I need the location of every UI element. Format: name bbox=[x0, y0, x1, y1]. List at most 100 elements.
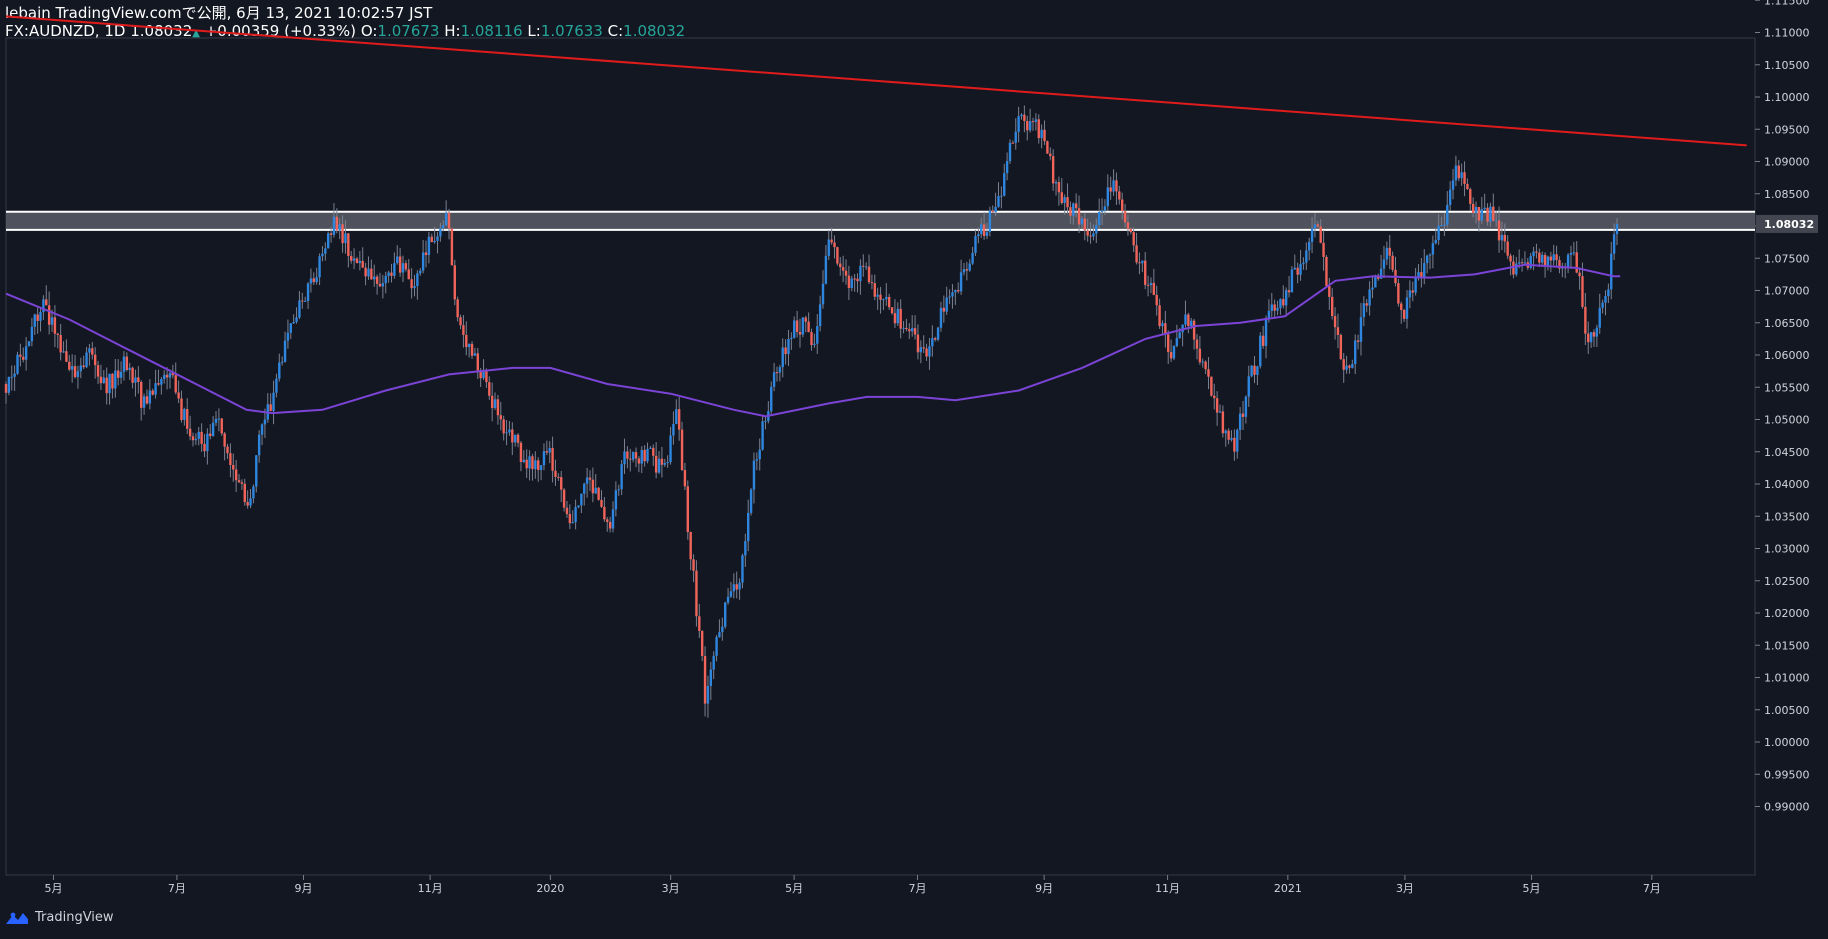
candle-body bbox=[272, 392, 275, 411]
candle-body bbox=[1256, 366, 1259, 375]
candle-body bbox=[375, 276, 379, 284]
candle-body bbox=[1092, 233, 1095, 237]
candle-body bbox=[1003, 173, 1006, 196]
candle-body bbox=[1506, 241, 1509, 256]
candle-body bbox=[82, 365, 85, 368]
candle-body bbox=[1612, 234, 1616, 254]
candle-body bbox=[893, 313, 897, 324]
candle-body bbox=[597, 487, 600, 500]
candle-body bbox=[1060, 192, 1063, 203]
candle-body bbox=[738, 582, 741, 590]
candle-body bbox=[364, 267, 367, 277]
candle-body bbox=[1345, 365, 1348, 370]
candle-body bbox=[908, 329, 911, 332]
candle-body bbox=[1014, 131, 1017, 143]
candle-body bbox=[568, 514, 572, 524]
candle-body bbox=[1434, 240, 1437, 244]
candle-body bbox=[1031, 121, 1035, 123]
candle-body bbox=[1494, 220, 1498, 222]
candle-body bbox=[1141, 260, 1144, 264]
candle-body bbox=[263, 419, 267, 425]
candle-body bbox=[289, 323, 293, 333]
candle-body bbox=[79, 365, 82, 372]
candle-body bbox=[1333, 316, 1337, 328]
candle-body bbox=[827, 239, 830, 256]
candle-body bbox=[1460, 172, 1463, 179]
candle-body bbox=[1270, 304, 1273, 311]
candle-body bbox=[206, 433, 209, 452]
candle-body bbox=[1431, 243, 1435, 255]
candle-body bbox=[939, 307, 943, 328]
candle-body bbox=[1169, 352, 1173, 359]
y-tick-label: 1.10500 bbox=[1764, 59, 1810, 72]
candle-body bbox=[68, 361, 71, 370]
candle-body bbox=[1365, 303, 1368, 306]
candle-body bbox=[580, 493, 583, 506]
candle-body bbox=[243, 483, 246, 503]
tradingview-brand[interactable]: TradingView bbox=[35, 910, 114, 925]
candle-body bbox=[988, 210, 992, 232]
candle-body bbox=[447, 212, 451, 229]
candle-body bbox=[1595, 327, 1599, 337]
candle-body bbox=[1428, 254, 1432, 256]
y-tick-label: 0.99500 bbox=[1764, 768, 1810, 781]
candle-body bbox=[119, 371, 123, 378]
candle-body bbox=[1339, 334, 1343, 360]
candle-body bbox=[623, 451, 626, 465]
candle-body bbox=[611, 509, 615, 529]
candle-body bbox=[1615, 223, 1619, 235]
candle-body bbox=[324, 248, 327, 254]
candle-body bbox=[1325, 256, 1328, 287]
candle-body bbox=[1077, 208, 1081, 225]
candle-body bbox=[1040, 129, 1043, 139]
candle-body bbox=[255, 455, 258, 487]
candle-body bbox=[1474, 206, 1478, 213]
candle-body bbox=[442, 225, 445, 229]
candle-body bbox=[669, 435, 672, 463]
price-chart[interactable]: 1.11500 1.11000 1.10500 1.10000 1.09500 1.090… bbox=[0, 0, 1828, 939]
candle-body bbox=[223, 433, 226, 447]
candle-body bbox=[672, 423, 675, 436]
candle-body bbox=[511, 429, 514, 443]
candle-body bbox=[1095, 225, 1098, 234]
y-tick-label: 1.08500 bbox=[1764, 188, 1810, 201]
candle-body bbox=[537, 460, 540, 470]
candle-body bbox=[16, 354, 19, 374]
candle-body bbox=[122, 356, 126, 372]
candle-body bbox=[1000, 195, 1003, 197]
candle-body bbox=[292, 321, 295, 324]
candle-body bbox=[772, 372, 776, 387]
candle-body bbox=[22, 356, 25, 360]
candle-body bbox=[33, 314, 36, 327]
candle-body bbox=[790, 337, 793, 339]
candle-body bbox=[381, 283, 385, 287]
candle-body bbox=[1448, 189, 1452, 205]
candle-body bbox=[706, 685, 710, 704]
candle-body bbox=[413, 286, 416, 289]
candle-body bbox=[862, 265, 865, 267]
x-tick-label: 5月 bbox=[44, 882, 62, 895]
candle-body bbox=[1089, 235, 1092, 237]
candle-body bbox=[1440, 225, 1443, 227]
candle-body bbox=[695, 570, 698, 617]
candle-body bbox=[778, 367, 782, 373]
moving-average-line bbox=[5, 263, 1621, 418]
candle-body bbox=[421, 252, 425, 271]
candle-body bbox=[1552, 254, 1555, 261]
candle-body bbox=[10, 376, 13, 378]
candle-body bbox=[870, 282, 874, 284]
candle-body bbox=[1509, 255, 1512, 262]
y-tick-label: 1.00000 bbox=[1764, 736, 1810, 749]
candle-body bbox=[485, 369, 488, 383]
candle-body bbox=[1466, 183, 1469, 190]
candle-body bbox=[1253, 365, 1256, 375]
candle-body bbox=[1106, 187, 1110, 207]
candle-body bbox=[1152, 282, 1156, 295]
candle-body bbox=[948, 296, 951, 298]
candle-body bbox=[490, 395, 494, 409]
candle-body bbox=[1368, 289, 1371, 306]
x-tick-label: 11月 bbox=[1155, 882, 1180, 895]
candle-body bbox=[1402, 309, 1406, 319]
candle-body bbox=[686, 486, 689, 532]
candle-body bbox=[1080, 218, 1084, 225]
